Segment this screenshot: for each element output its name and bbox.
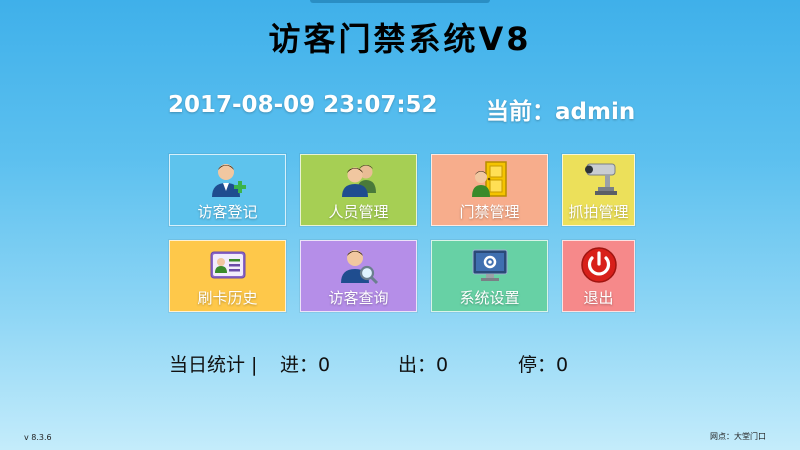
- tile-label: 访客查询: [328, 289, 389, 307]
- people-icon: [341, 165, 376, 197]
- tile-label: 退出: [583, 289, 614, 307]
- card-history-button[interactable]: 刷卡历史: [169, 240, 286, 312]
- visitor-search-button[interactable]: 访客查询: [300, 240, 417, 312]
- current-user: 当前：admin: [486, 99, 636, 125]
- visitor-register-button[interactable]: 访客登记: [169, 154, 286, 226]
- door-icon: [471, 161, 507, 197]
- top-edge-bar: [310, 0, 490, 3]
- stats-out: 出：0: [398, 354, 449, 376]
- search-user-icon: [340, 250, 378, 285]
- daily-stats-heading: 当日统计 |: [169, 354, 258, 376]
- id-card-icon: [210, 251, 245, 279]
- stats-in: 进：0: [280, 354, 331, 376]
- settings-icon: [472, 249, 507, 281]
- access-control-button[interactable]: 门禁管理: [431, 154, 548, 226]
- site-label: 网点：大堂门口: [710, 432, 766, 441]
- people-management-button[interactable]: 人员管理: [300, 154, 417, 226]
- exit-button[interactable]: 退出: [562, 240, 635, 312]
- version-label: v 8.3.6: [24, 433, 52, 442]
- tile-label: 门禁管理: [459, 203, 520, 221]
- visitor-register-icon: [211, 164, 246, 197]
- tile-label: 抓拍管理: [568, 203, 629, 221]
- app-title: 访客门禁系统V8: [268, 20, 532, 58]
- tile-label: 访客登记: [197, 203, 258, 221]
- current-datetime: 2017-08-09 23:07:52: [168, 92, 438, 118]
- power-icon: [580, 247, 617, 283]
- tile-label: 系统设置: [459, 289, 520, 307]
- camera-icon: [584, 163, 617, 195]
- stats-stay: 停：0: [518, 354, 569, 376]
- tile-label: 刷卡历史: [197, 289, 258, 307]
- tile-label: 人员管理: [328, 203, 389, 221]
- snapshot-management-button[interactable]: 抓拍管理: [562, 154, 635, 226]
- system-settings-button[interactable]: 系统设置: [431, 240, 548, 312]
